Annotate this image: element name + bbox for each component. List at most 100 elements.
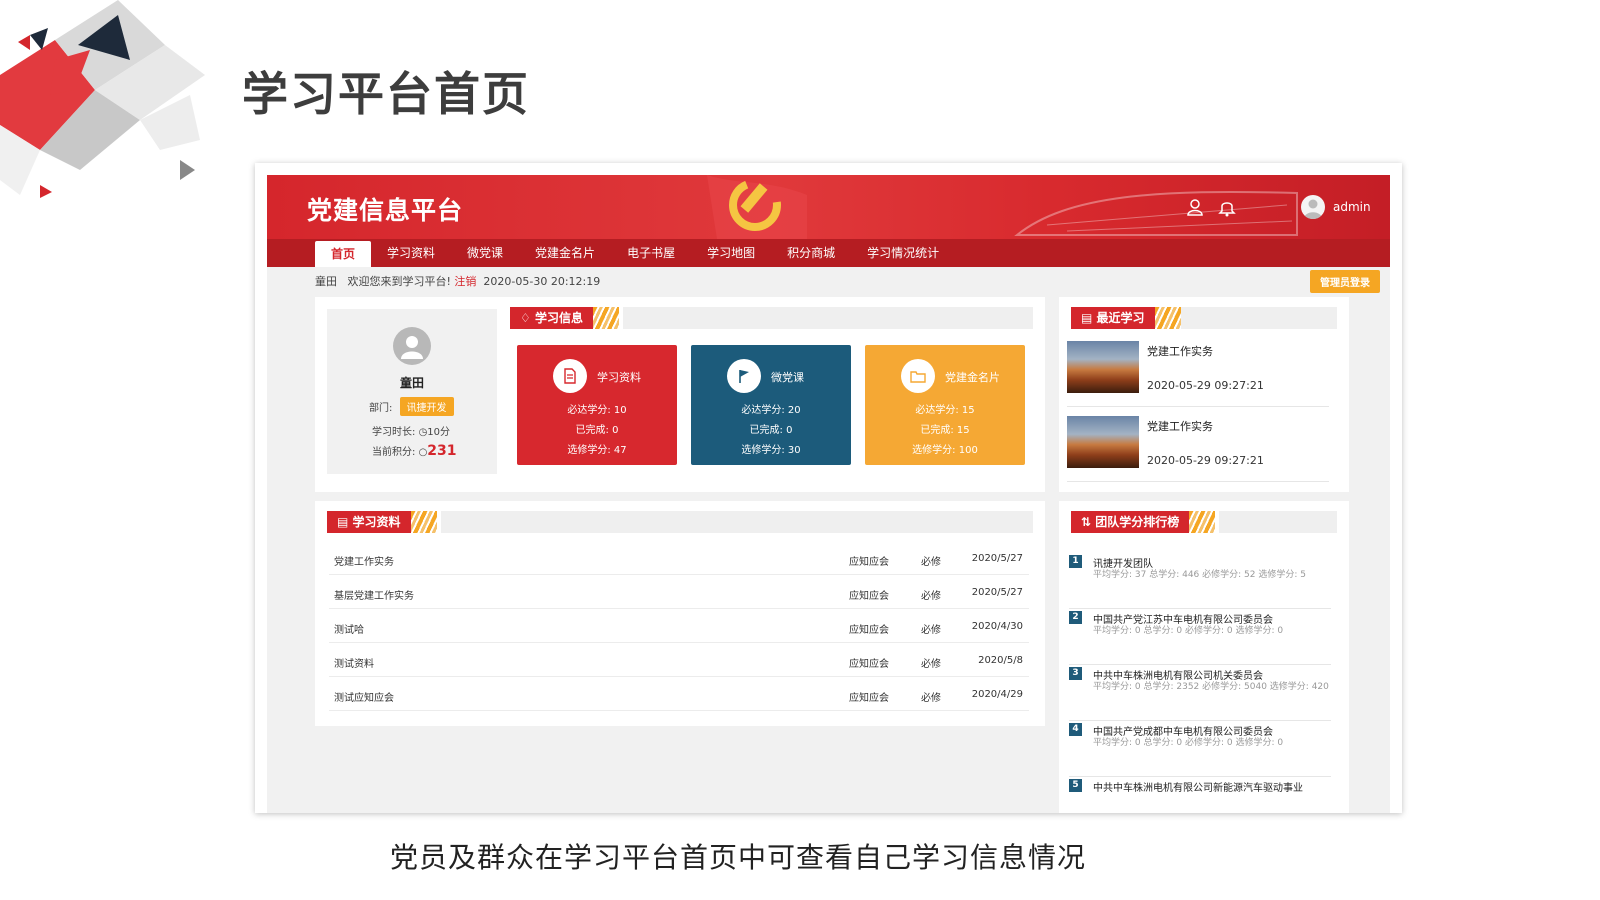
points-label: 当前积分: (372, 447, 416, 458)
profile-points-row: 当前积分: ○231 (372, 443, 457, 459)
ranking-item[interactable]: 1 讯捷开发团队 平均学分: 37 总学分: 446 必修学分: 52 选修学分… (1069, 553, 1331, 609)
team-name: 中国共产党成都中车电机有限公司委员会 (1093, 727, 1273, 738)
nav-item-ebook-house[interactable]: 电子书屋 (611, 239, 691, 267)
duration-value: 10分 (427, 427, 451, 438)
material-type: 必修 (921, 693, 941, 704)
stat-card-study-materials[interactable]: 学习资料 必达学分: 10 已完成: 0 选修学分: 47 (517, 345, 677, 465)
avatar-icon (401, 336, 423, 359)
points-value: 231 (427, 443, 457, 459)
screenshot-frame: 党建信息平台 admin 首页 学习资料 微党课 党建金名片 电子书屋 学习地图… (255, 163, 1402, 813)
material-name: 测试应知应会 (334, 693, 394, 704)
nav-item-study-stats[interactable]: 学习情况统计 (851, 239, 955, 267)
card-elective: 选修学分: 100 (912, 445, 978, 456)
recent-title: 党建工作实务 (1147, 420, 1213, 433)
nav-item-study-map[interactable]: 学习地图 (691, 239, 771, 267)
admin-username[interactable]: admin (1333, 200, 1371, 214)
bell-icon[interactable] (1217, 197, 1237, 217)
nav-item-micro-lessons[interactable]: 微党课 (451, 239, 519, 267)
list-icon: ▤ (337, 515, 349, 529)
material-category: 应知应会 (849, 591, 889, 602)
material-date: 2020/5/27 (971, 587, 1023, 598)
recent-item[interactable]: 党建工作实务 2020-05-29 09:27:21 (1067, 339, 1329, 407)
welcome-bar: 童田 欢迎您来到学习平台! 注销 2020-05-30 20:12:19 (315, 273, 600, 289)
material-date: 2020/4/30 (971, 621, 1023, 632)
welcome-datetime: 2020-05-30 20:12:19 (483, 275, 601, 288)
ranking-item[interactable]: 4 中国共产党成都中车电机有限公司委员会 平均学分: 0 总学分: 0 必修学分… (1069, 721, 1331, 777)
clock-icon: ◷ (418, 427, 428, 438)
material-date: 2020/5/8 (978, 655, 1023, 666)
ranking-item[interactable]: 5 中共中车株洲电机有限公司新能源汽车驱动事业 (1069, 777, 1331, 813)
table-row[interactable]: 基层党建工作实务 应知应会 必修 2020/5/27 (329, 575, 1029, 609)
logout-link[interactable]: 注销 (454, 275, 476, 288)
recent-time: 2020-05-29 09:27:21 (1147, 379, 1264, 392)
material-name: 党建工作实务 (334, 557, 394, 568)
nav-item-study-materials[interactable]: 学习资料 (371, 239, 451, 267)
recent-learning-header: ▤ 最近学习 (1071, 307, 1181, 329)
profile-card: 童田 部门: 讯捷开发 学习时长: ◷10分 当前积分: ○231 (327, 309, 497, 474)
card-title: 学习资料 (597, 371, 641, 384)
material-category: 应知应会 (849, 625, 889, 636)
dept-badge: 讯捷开发 (399, 397, 454, 416)
team-score-detail: 平均学分: 0 总学分: 2352 必修学分: 5040 选修学分: 420 (1093, 682, 1329, 692)
ranking-item[interactable]: 2 中国共产党江苏中车电机有限公司委员会 平均学分: 0 总学分: 0 必修学分… (1069, 609, 1331, 665)
study-info-heading: 学习信息 (534, 311, 583, 325)
nav-item-home[interactable]: 首页 (315, 241, 372, 267)
table-row[interactable]: 测试资料 应知应会 必修 2020/5/8 (329, 643, 1029, 677)
nav-item-golden-card[interactable]: 党建金名片 (519, 239, 611, 267)
rank-number: 1 (1069, 555, 1082, 568)
stat-card-golden-card[interactable]: 党建金名片 必达学分: 15 已完成: 15 选修学分: 100 (865, 345, 1025, 465)
avatar-icon (1304, 199, 1322, 219)
nav-item-points-mall[interactable]: 积分商城 (771, 239, 851, 267)
card-elective: 选修学分: 47 (567, 445, 627, 456)
material-category: 应知应会 (849, 693, 889, 704)
study-info-header: ♢ 学习信息 (510, 307, 619, 329)
recent-item[interactable]: 党建工作实务 2020-05-29 09:27:21 (1067, 414, 1329, 482)
table-row[interactable]: 党建工作实务 应知应会 必修 2020/5/27 (329, 541, 1029, 575)
team-ranking-header-bar (1219, 511, 1337, 533)
recent-learning-heading: 最近学习 (1096, 311, 1145, 325)
profile-name: 童田 (399, 376, 424, 390)
sort-icon: ⇅ (1081, 515, 1092, 529)
duration-label: 学习时长: (372, 427, 416, 438)
profile-avatar (393, 327, 431, 365)
card-done: 已完成: 15 (920, 425, 970, 436)
card-done: 已完成: 0 (575, 425, 619, 436)
app-header: 党建信息平台 admin (267, 175, 1390, 239)
recent-title: 党建工作实务 (1147, 345, 1213, 358)
user-icon[interactable] (1185, 197, 1205, 217)
study-materials-header-bar (441, 511, 1033, 533)
material-category: 应知应会 (849, 557, 889, 568)
material-type: 必修 (921, 557, 941, 568)
avatar[interactable] (1301, 195, 1325, 219)
team-name: 中国共产党江苏中车电机有限公司委员会 (1093, 615, 1273, 626)
rank-number: 4 (1069, 723, 1082, 736)
material-date: 2020/5/27 (971, 553, 1023, 564)
table-row[interactable]: 测试应知应会 应知应会 必修 2020/4/29 (329, 677, 1029, 711)
team-ranking-tag: ⇅ 团队学分排行榜 (1071, 511, 1216, 533)
material-name: 测试哈 (334, 625, 364, 636)
team-ranking-heading: 团队学分排行榜 (1095, 515, 1180, 529)
team-ranking-header: ⇅ 团队学分排行榜 (1071, 511, 1216, 533)
document-icon (553, 359, 587, 393)
material-date: 2020/4/29 (971, 689, 1023, 700)
flag-icon (727, 359, 761, 393)
rank-number: 3 (1069, 667, 1082, 680)
recent-time: 2020-05-29 09:27:21 (1147, 454, 1264, 467)
material-type: 必修 (921, 659, 941, 670)
card-done: 已完成: 0 (749, 425, 793, 436)
material-name: 测试资料 (334, 659, 374, 670)
material-type: 必修 (921, 625, 941, 636)
team-name: 中共中车株洲电机有限公司机关委员会 (1093, 671, 1263, 682)
card-required: 必达学分: 10 (567, 405, 627, 416)
ranking-item[interactable]: 3 中共中车株洲电机有限公司机关委员会 平均学分: 0 总学分: 2352 必修… (1069, 665, 1331, 721)
table-row[interactable]: 测试哈 应知应会 必修 2020/4/30 (329, 609, 1029, 643)
team-score-detail: 平均学分: 0 总学分: 0 必修学分: 0 选修学分: 0 (1093, 626, 1284, 636)
material-name: 基层党建工作实务 (334, 591, 414, 602)
material-type: 必修 (921, 591, 941, 602)
card-elective: 选修学分: 30 (741, 445, 801, 456)
admin-login-button[interactable]: 管理员登录 (1310, 270, 1380, 293)
stat-card-micro-lessons[interactable]: 微党课 必达学分: 20 已完成: 0 选修学分: 30 (691, 345, 851, 465)
team-name: 讯捷开发团队 (1093, 559, 1153, 570)
team-score-detail: 平均学分: 0 总学分: 0 必修学分: 0 选修学分: 0 (1093, 738, 1284, 748)
party-emblem-icon (707, 175, 807, 239)
